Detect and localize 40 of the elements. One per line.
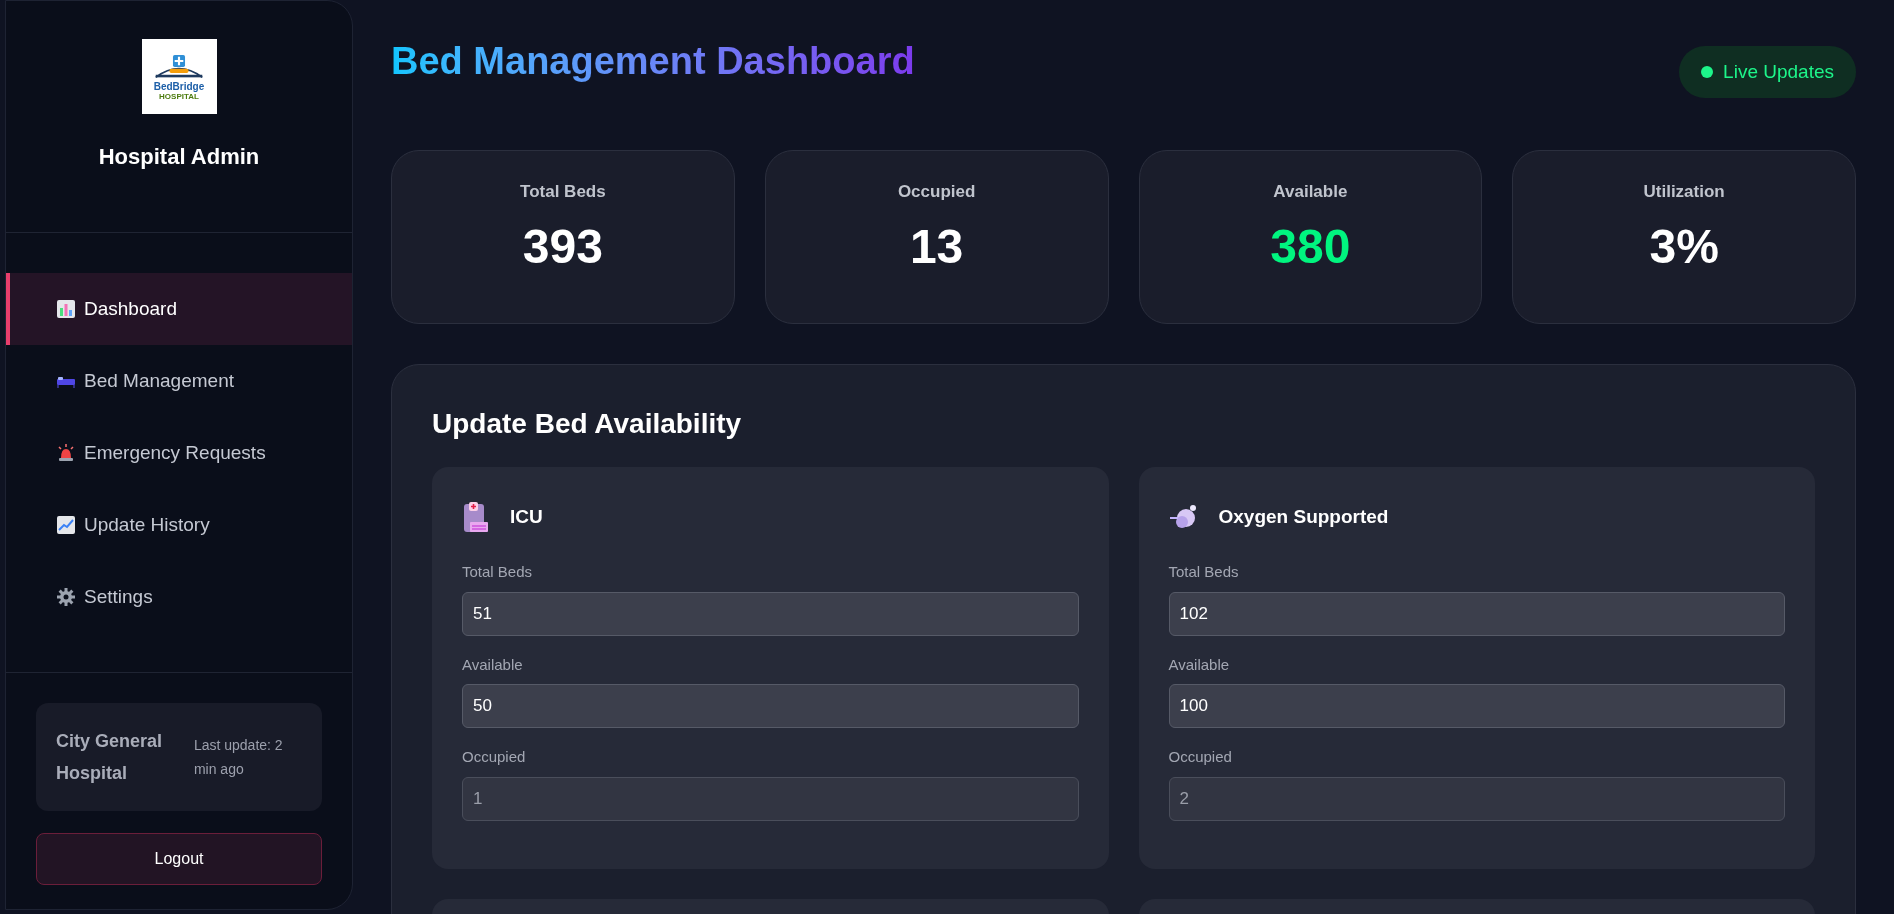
number-input[interactable]: 102: [1168, 591, 1785, 636]
gear-icon: [56, 587, 76, 607]
line-chart-icon: [56, 515, 76, 535]
bridge-icon: [154, 52, 204, 81]
bed-type-name: Oxygen Supported: [1218, 504, 1389, 529]
nav-item[interactable]: Update History: [6, 489, 352, 561]
field-label: Total Beds: [462, 562, 534, 582]
number-input[interactable]: 100: [1168, 684, 1785, 728]
bar-chart-icon: [56, 299, 76, 319]
stat-label: Available: [1273, 181, 1348, 203]
sidebar-title: Hospital Admin: [98, 143, 260, 171]
siren-icon: [56, 443, 76, 463]
stat-label: Occupied: [897, 181, 976, 203]
stat-value: 380: [1270, 218, 1351, 275]
hospital-building-icon: [462, 501, 490, 533]
nav-item[interactable]: Settings: [6, 561, 352, 633]
bed-type-name: ICU: [510, 504, 543, 529]
nav-item[interactable]: Bed Management: [6, 345, 352, 417]
field-label: Available: [462, 654, 524, 675]
last-update: Last update: 2 min ago: [193, 736, 284, 779]
stat-label: Total Beds: [520, 181, 606, 203]
nav-item[interactable]: Emergency Requests: [6, 417, 352, 489]
cloud-puff-icon: [1168, 503, 1199, 531]
badge-label: Live Updates: [1723, 59, 1834, 84]
logout-button[interactable]: Logout: [36, 833, 322, 885]
field-label: Available: [1168, 654, 1231, 675]
panel-title: Update Bed Availability: [432, 407, 743, 441]
logo-name: BedBridge: [153, 80, 205, 92]
logo-subtitle: HOSPITAL: [159, 91, 199, 101]
number-input[interactable]: 50: [462, 684, 1079, 728]
nav-item[interactable]: Dashboard: [6, 273, 352, 345]
field-label: Occupied: [1168, 747, 1233, 767]
stat-label: Utilization: [1643, 181, 1725, 203]
field-label: Occupied: [462, 747, 527, 767]
hospital-name: City General Hospital: [56, 730, 164, 785]
stat-value: 13: [909, 218, 964, 275]
stat-value: 3%: [1649, 218, 1719, 275]
stat-value: 393: [522, 218, 603, 275]
field-label: Total Beds: [1168, 562, 1240, 582]
number-input[interactable]: 51: [462, 591, 1079, 636]
